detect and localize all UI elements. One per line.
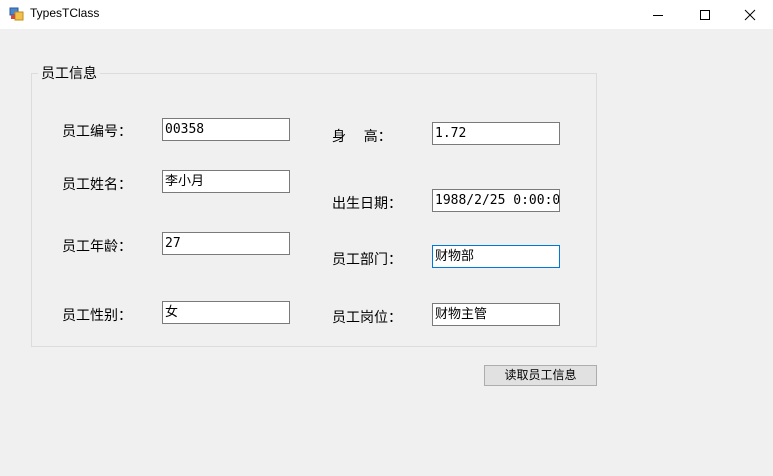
minimize-icon bbox=[653, 14, 663, 16]
window-title: TypesTClass bbox=[30, 6, 100, 20]
employee-age-field[interactable]: 27 bbox=[162, 232, 290, 255]
birth-date-field[interactable]: 1988/2/25 0:00:0 bbox=[432, 189, 560, 212]
height-field[interactable]: 1.72 bbox=[432, 122, 560, 145]
height-label: 身 高： bbox=[332, 129, 392, 145]
employee-name-label: 员工姓名： bbox=[62, 177, 132, 193]
title-bar[interactable]: TypesTClass bbox=[0, 0, 773, 29]
position-label: 员工岗位： bbox=[332, 310, 402, 326]
employee-gender-field[interactable]: 女 bbox=[162, 301, 290, 324]
department-label: 员工部门： bbox=[332, 252, 402, 268]
employee-id-label: 员工编号： bbox=[62, 124, 132, 140]
position-field[interactable]: 财物主管 bbox=[432, 303, 560, 326]
employee-age-label: 员工年龄： bbox=[62, 239, 132, 255]
close-button[interactable] bbox=[727, 0, 773, 29]
maximize-icon bbox=[700, 9, 710, 20]
employee-id-field[interactable]: 00358 bbox=[162, 118, 290, 141]
employee-name-field[interactable]: 李小月 bbox=[162, 170, 290, 193]
minimize-button[interactable] bbox=[635, 0, 681, 29]
group-title: 员工信息 bbox=[38, 63, 100, 83]
maximize-button[interactable] bbox=[682, 0, 728, 29]
read-employee-info-button[interactable]: 读取员工信息 bbox=[484, 365, 597, 386]
close-icon bbox=[744, 9, 756, 20]
birth-date-label: 出生日期： bbox=[332, 196, 402, 212]
app-icon[interactable] bbox=[9, 6, 24, 21]
department-field[interactable]: 财物部 bbox=[432, 245, 560, 268]
employee-gender-label: 员工性别： bbox=[62, 308, 132, 324]
